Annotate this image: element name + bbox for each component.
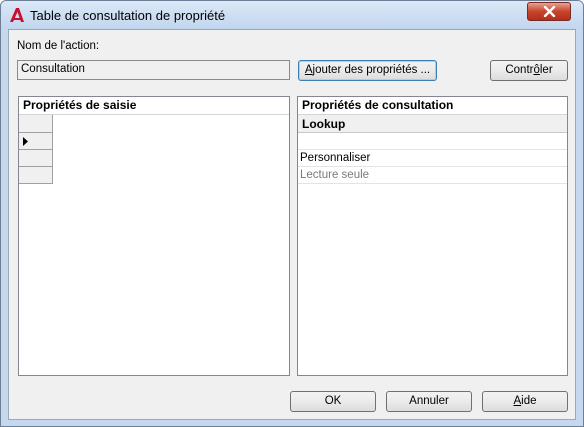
grid-row-header[interactable] [19,150,53,167]
grid-row-header[interactable] [19,167,53,184]
help-button[interactable]: Aide [482,391,568,412]
cancel-button[interactable]: Annuler [386,391,472,412]
grid-row-header[interactable] [19,115,53,133]
window-title: Table de consultation de propriété [30,8,226,23]
lookup-row-read-only[interactable]: Lecture seule [298,167,567,184]
help-mnemonic: A [513,395,522,407]
row-pointer-icon [23,137,28,146]
autocad-logo-icon [9,7,25,23]
close-icon [543,6,556,17]
lookup-properties-panel[interactable]: Propriétés de consultation Lookup Person… [297,96,568,376]
action-name-field[interactable]: Consultation [17,60,290,80]
add-properties-mnemonic: A [304,64,313,76]
dialog-client: Nom de l'action: Consultation Ajouter de… [8,29,576,420]
ok-button[interactable]: OK [290,391,376,412]
input-properties-title: Propriétés de saisie [19,97,289,115]
help-label-after: ide [521,395,537,407]
input-properties-grid[interactable] [19,115,53,184]
lookup-properties-title: Propriétés de consultation [298,97,567,115]
check-label-after: ler [539,64,553,76]
add-properties-button[interactable]: Ajouter des propriétés ... [298,60,437,81]
input-properties-panel[interactable]: Propriétés de saisie [18,96,290,376]
title-bar[interactable]: Table de consultation de propriété [1,1,583,29]
add-properties-label-after: jouter des propriétés ... [312,64,431,76]
lookup-row-custom[interactable]: Personnaliser [298,150,567,167]
lookup-row-empty[interactable] [298,133,567,150]
check-button[interactable]: Contrôler [490,60,568,81]
lookup-column-header[interactable]: Lookup [298,115,567,133]
dialog-window: Table de consultation de propriété Nom d… [0,0,584,427]
grid-row-header-current[interactable] [19,133,53,150]
action-name-label: Nom de l'action: [17,40,100,52]
check-label-before: Contr [505,64,534,76]
close-button[interactable] [527,2,571,21]
